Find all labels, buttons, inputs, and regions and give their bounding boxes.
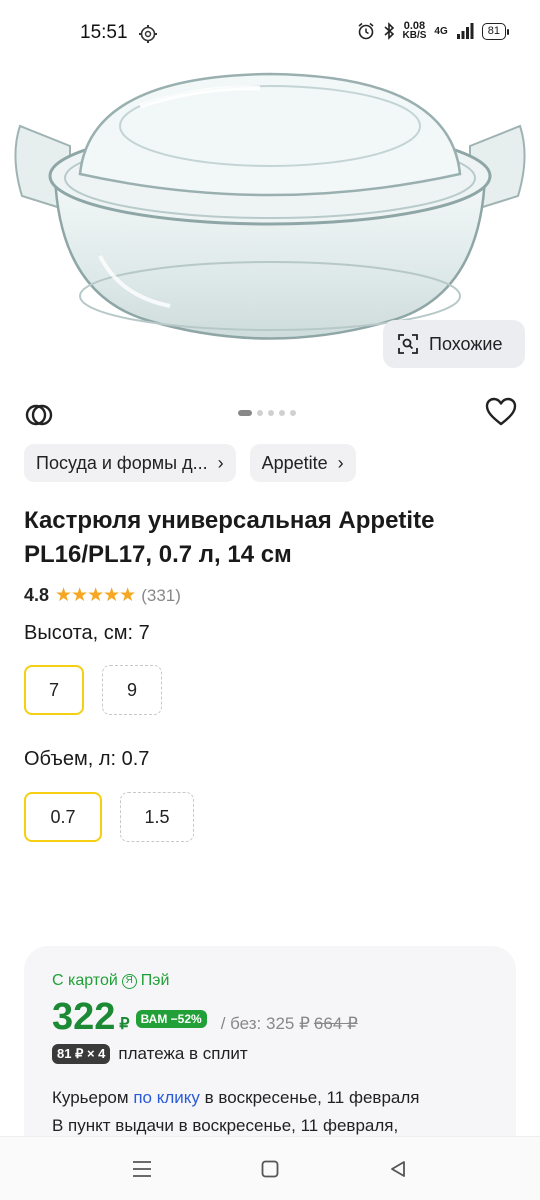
price-without-card: / без: 325 ₽664 ₽: [220, 1014, 358, 1033]
chevron-right-icon: ›: [217, 452, 224, 473]
settings-icon: [139, 25, 157, 43]
battery-indicator: 81: [481, 22, 510, 40]
favorite-heart-icon[interactable]: [484, 396, 518, 428]
split-text: платежа в сплит: [118, 1044, 248, 1063]
yandex-pay-label: С картой Я Пэй: [52, 972, 170, 989]
similar-button[interactable]: Похожие: [383, 320, 525, 368]
volume-option[interactable]: 1.5: [120, 792, 194, 842]
page-dot[interactable]: [290, 410, 296, 416]
product-rating[interactable]: 4.8 ★★★★★ (331): [24, 584, 181, 607]
system-nav-bar: [0, 1136, 540, 1200]
gallery-controls: [0, 394, 540, 434]
price-row: 322 ₽ ВАМ −52% / без: 325 ₽664 ₽: [52, 996, 358, 1039]
bluetooth-icon: [383, 22, 394, 40]
alarm-icon: [357, 22, 374, 40]
brand-logo-icon[interactable]: [24, 400, 54, 430]
yandex-pay-icon: Я: [121, 973, 137, 989]
volume-option-selected[interactable]: 0.7: [24, 792, 102, 842]
gallery-pagination: [238, 410, 296, 416]
status-bar: 15:51 0.08 KB/S 4G 81: [0, 0, 540, 66]
page-dot[interactable]: [268, 410, 274, 416]
discount-badge: ВАМ −52%: [135, 1010, 207, 1028]
rating-stars-icon: ★★★★★: [55, 585, 136, 606]
signal-type: 4G: [434, 25, 448, 37]
volume-option-label: Объем, л: 0.7: [24, 748, 150, 770]
page-dot[interactable]: [257, 410, 263, 416]
status-time: 15:51: [80, 22, 128, 43]
product-title: Кастрюля универсальная Appetite PL16/PL1…: [24, 507, 435, 568]
reviews-count[interactable]: (331): [141, 586, 181, 606]
menu-icon[interactable]: [128, 1155, 156, 1183]
network-speed: 0.08 KB/S: [402, 20, 427, 41]
visual-search-icon: [398, 334, 418, 354]
old-price: 664 ₽: [313, 1014, 358, 1033]
volume-options: 0.7 1.5: [24, 792, 194, 842]
split-payment[interactable]: 81 ₽ × 4 платежа в сплит: [52, 1044, 248, 1064]
height-options: 7 9: [24, 665, 162, 715]
delivery-info: Курьером по клику в воскресенье, 11 февр…: [52, 1084, 419, 1140]
page-dot-active[interactable]: [238, 410, 252, 416]
status-indicators: 0.08 KB/S 4G 81: [357, 20, 510, 41]
height-option-label: Высота, см: 7: [24, 622, 150, 644]
home-icon[interactable]: [256, 1155, 284, 1183]
back-icon[interactable]: [384, 1155, 412, 1183]
breadcrumb: Посуда и формы д... › Appetite ›: [24, 444, 356, 482]
courier-delivery: Курьером по клику в воскресенье, 11 февр…: [52, 1088, 420, 1107]
similar-label: Похожие: [429, 333, 503, 354]
page-dot[interactable]: [279, 410, 285, 416]
courier-link[interactable]: по клику: [133, 1088, 200, 1107]
split-badge: 81 ₽ × 4: [52, 1044, 111, 1064]
price-amount: 322: [52, 996, 116, 1038]
breadcrumb-category[interactable]: Посуда и формы д... ›: [24, 444, 236, 482]
signal-icon: [456, 23, 474, 39]
rating-value: 4.8: [24, 585, 50, 605]
height-option[interactable]: 9: [102, 665, 162, 715]
height-option-selected[interactable]: 7: [24, 665, 84, 715]
breadcrumb-brand[interactable]: Appetite ›: [249, 444, 356, 482]
price-currency: ₽: [119, 1016, 130, 1033]
chevron-right-icon: ›: [337, 452, 344, 473]
